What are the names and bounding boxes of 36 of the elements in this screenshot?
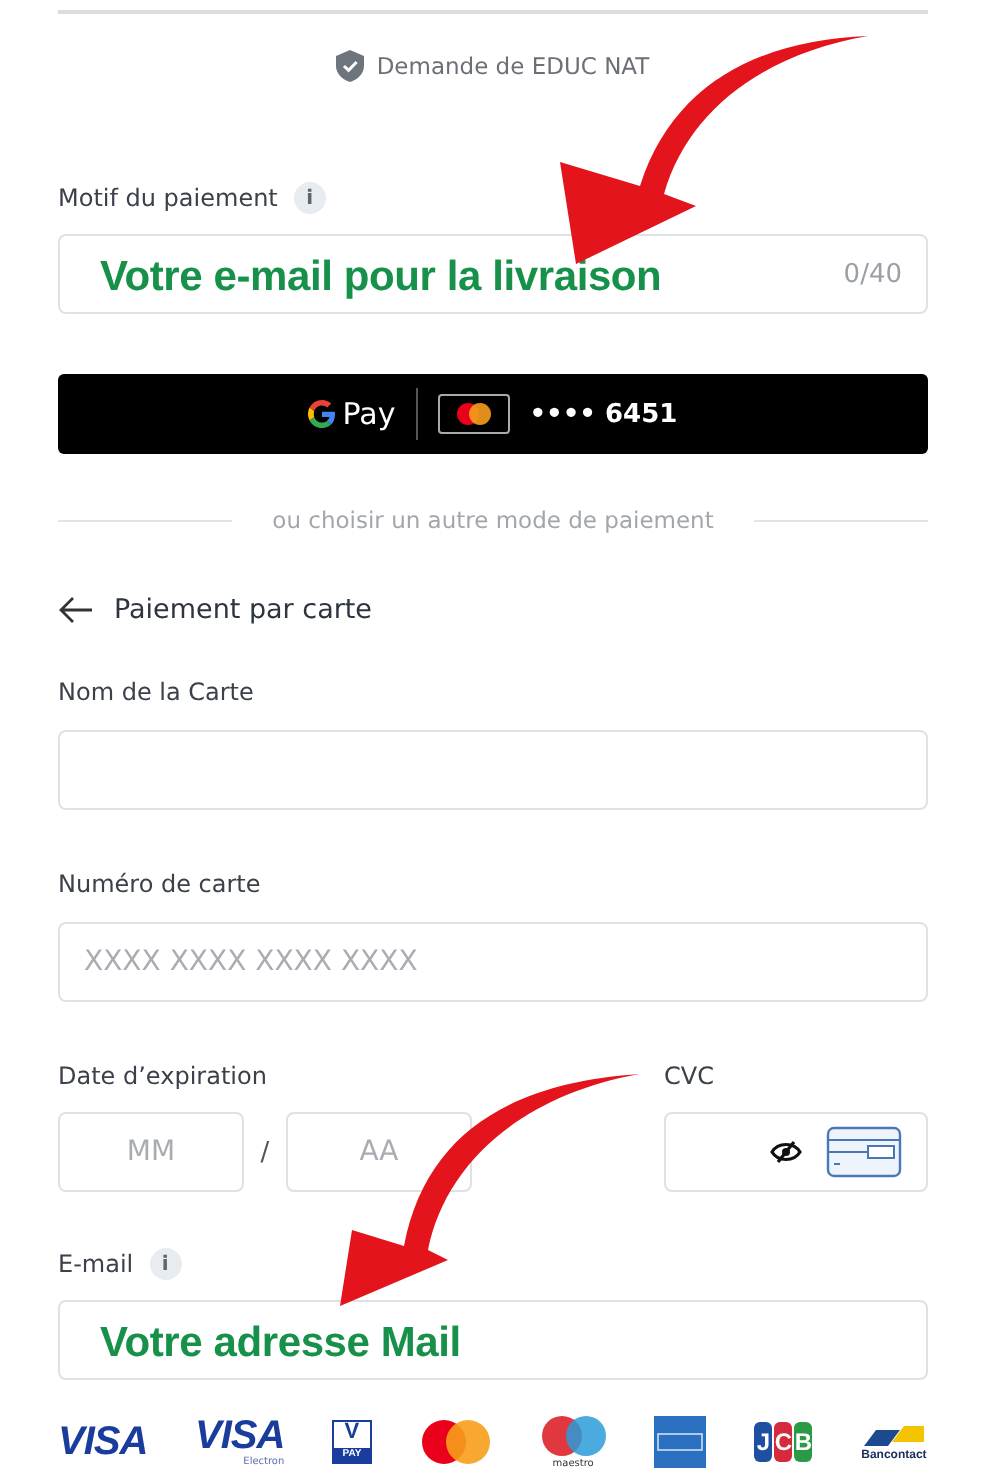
g-logo-icon bbox=[308, 400, 337, 428]
separator-text: ou choisir un autre mode de paiement bbox=[272, 506, 714, 534]
placeholder-text: AA bbox=[357, 1136, 401, 1168]
card-icon bbox=[826, 1126, 902, 1178]
input-field[interactable]: XXXX XXXX XXXX XXXX bbox=[58, 922, 928, 1002]
input-field[interactable]: Votre adresse Mail bbox=[58, 1300, 928, 1380]
input-field[interactable] bbox=[664, 1112, 928, 1192]
info-icon[interactable]: i bbox=[293, 182, 326, 214]
back-link[interactable]: Paiement par carte bbox=[58, 594, 372, 626]
visa-logo: VISA bbox=[58, 1422, 148, 1462]
mastercard-icon bbox=[455, 402, 492, 426]
input-field[interactable] bbox=[58, 730, 928, 810]
input-field[interactable]: AA bbox=[286, 1112, 472, 1192]
amex-logo bbox=[654, 1416, 707, 1468]
shield-icon bbox=[336, 50, 365, 82]
google-pay-button[interactable]: Pay •••• 6451 bbox=[58, 374, 928, 454]
character-counter: 0/40 bbox=[843, 259, 902, 289]
placeholder-text: XXXX XXXX XXXX XXXX bbox=[84, 946, 420, 978]
field-label: E-mail bbox=[58, 1250, 134, 1278]
field-label: Numéro de carte bbox=[58, 870, 261, 898]
jcb-logo: JCB bbox=[754, 1422, 813, 1462]
field-label: Nom de la Carte bbox=[58, 678, 254, 706]
annotation-text: Votre adresse Mail bbox=[100, 1320, 461, 1368]
annotation-text: Votre e-mail pour la livraison bbox=[100, 254, 662, 302]
field-label: Date d’expiration bbox=[58, 1062, 267, 1090]
placeholder-text: MM bbox=[124, 1136, 178, 1168]
back-arrow-icon bbox=[58, 596, 94, 624]
mastercard-logo bbox=[419, 1418, 492, 1466]
input-field[interactable]: Votre e-mail pour la livraison 0/40 bbox=[58, 234, 928, 314]
info-icon[interactable]: i bbox=[149, 1248, 182, 1280]
input-field[interactable]: MM bbox=[58, 1112, 244, 1192]
field-label: Motif du paiement bbox=[58, 184, 278, 212]
requester-text: Demande de EDUC NAT bbox=[376, 52, 650, 80]
eye-slash-icon bbox=[770, 1140, 802, 1164]
date-separator: / bbox=[258, 1137, 272, 1167]
field-label: CVC bbox=[664, 1062, 714, 1090]
